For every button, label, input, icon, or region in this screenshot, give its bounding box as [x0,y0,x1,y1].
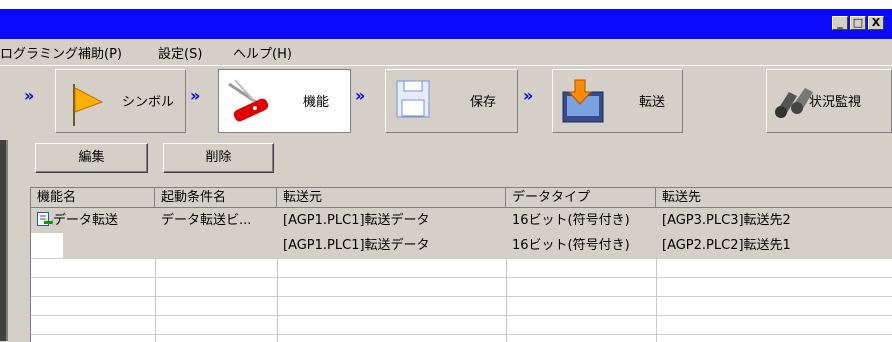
source-cell: [AGP1.PLC1]転送データ [283,238,430,253]
step-arrow-icon: » [190,86,200,105]
column-header-trigger-condition[interactable]: 起動条件名 [155,188,277,208]
grid-line [155,258,156,342]
grid-line [656,258,657,342]
grid-line [506,258,507,342]
data-type-cell: 16ビット(符号付き) [512,213,630,228]
maximize-button[interactable]: □ [850,16,866,30]
menu-programming-aid[interactable]: ログラミング補助(P) [0,43,122,62]
column-header-function-name[interactable]: 機能名 [31,188,155,208]
function-list-table[interactable]: 機能名 起動条件名 転送元 データタイプ 転送先 データ転送 データ転送ビ...… [30,187,892,342]
grid-line [31,296,892,297]
top-strip [0,0,892,9]
step-transfer-label: 転送 [639,95,666,110]
step-function-label: 機能 [303,95,330,110]
step-arrow-icon: » [24,86,34,105]
row-indent-cell [31,233,63,258]
column-header-data-type[interactable]: データタイプ [506,188,656,208]
title-bar [0,9,892,39]
menu-bar [0,39,892,65]
grid-line [31,315,892,316]
step-monitor[interactable]: 状況監視 [766,69,892,133]
edit-button[interactable]: 編集 [35,143,148,173]
step-arrow-icon: » [523,86,533,105]
menu-help[interactable]: ヘルプ(H) [233,43,292,62]
toolbar-separator [0,65,892,66]
destination-cell: [AGP3.PLC3]転送先2 [662,213,791,228]
close-button[interactable]: X [868,16,884,30]
grid-line [31,258,892,259]
source-cell: [AGP1.PLC1]転送データ [283,213,430,228]
grid-line [31,334,892,335]
table-row[interactable]: データ転送 データ転送ビ... [AGP1.PLC1]転送データ 16ビット(符… [31,208,892,233]
left-panel-border-inner [6,140,8,341]
step-function[interactable]: 機能 [218,69,351,133]
column-header-destination[interactable]: 転送先 [656,188,892,208]
minimize-button[interactable]: _ [832,16,848,30]
step-symbol-label: シンボル [122,95,175,110]
menu-settings[interactable]: 設定(S) [158,43,202,62]
function-name-cell: データ転送 [53,213,119,228]
step-arrow-icon: » [355,86,365,105]
grid-line [277,258,278,342]
step-transfer[interactable]: 転送 [552,69,683,133]
step-symbol[interactable]: シンボル [55,69,186,133]
step-save[interactable]: 保存 [385,69,518,133]
destination-cell: [AGP2.PLC2]転送先1 [662,238,791,253]
delete-button[interactable]: 削除 [163,143,274,173]
grid-line [31,277,892,278]
trigger-condition-cell: データ転送ビ... [161,213,252,228]
step-monitor-label: 状況監視 [809,95,862,110]
step-save-label: 保存 [470,95,497,110]
data-type-cell: 16ビット(符号付き) [512,238,630,253]
column-header-source[interactable]: 転送元 [277,188,506,208]
table-row[interactable]: [AGP1.PLC1]転送データ 16ビット(符号付き) [AGP2.PLC2]… [31,233,892,258]
